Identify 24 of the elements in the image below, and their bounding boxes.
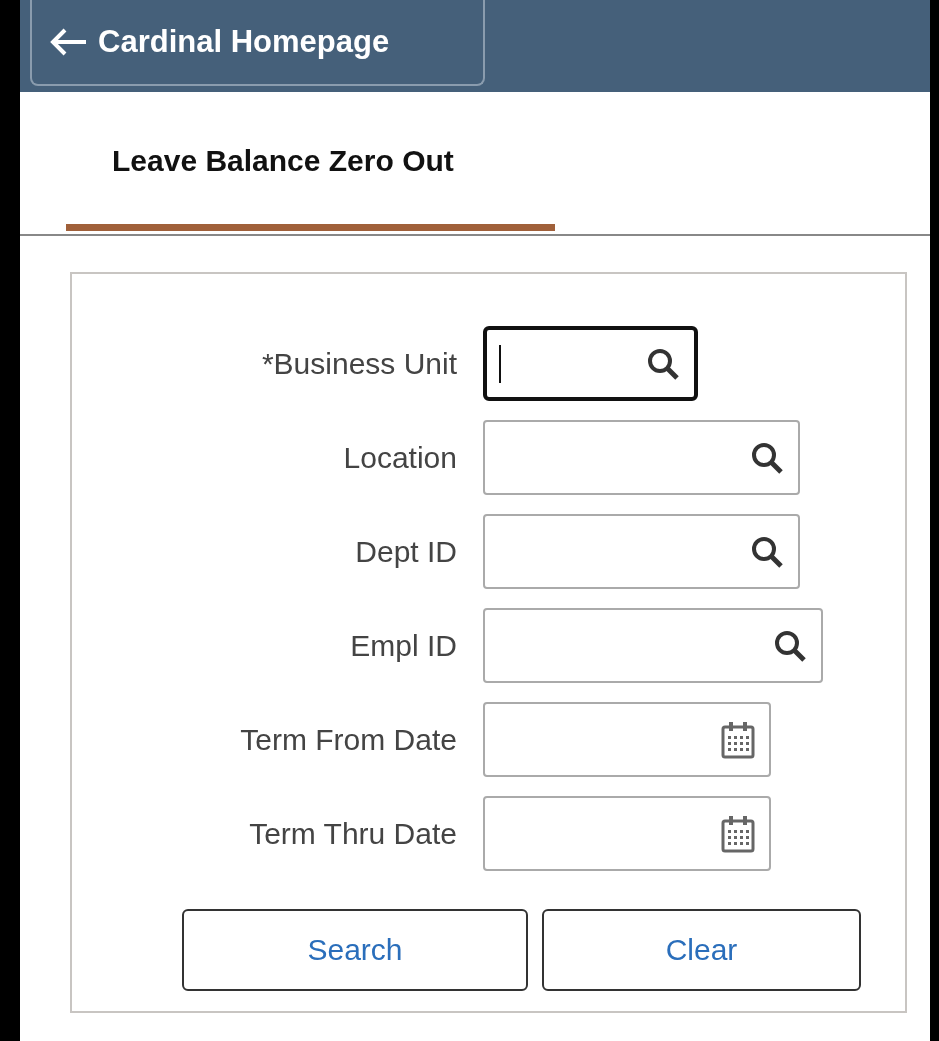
field-label: *Business Unit (260, 346, 457, 381)
field-label: Location (342, 440, 457, 475)
input-field[interactable] (483, 796, 771, 871)
back-arrow-icon (48, 27, 88, 57)
back-button[interactable]: Cardinal Homepage (30, 0, 485, 86)
calendar-icon[interactable] (721, 720, 755, 759)
search-icon[interactable] (750, 534, 784, 569)
calendar-icon[interactable] (721, 814, 755, 853)
input-field[interactable] (483, 608, 823, 683)
tab[interactable]: Leave Balance Zero Out (66, 121, 555, 231)
input-field[interactable] (483, 514, 800, 589)
search-icon[interactable] (773, 628, 807, 663)
input-field[interactable] (483, 420, 800, 495)
search-button[interactable]: Search (182, 909, 528, 991)
field-label: Dept ID (354, 534, 457, 569)
field-label: Term From Date (239, 722, 457, 757)
text-cursor (499, 344, 501, 383)
clear-button[interactable]: Clear (542, 909, 861, 991)
field-label: Term Thru Date (248, 816, 457, 851)
input-field[interactable] (483, 326, 698, 401)
search-icon[interactable] (750, 440, 784, 475)
search-icon[interactable] (646, 346, 680, 381)
field-label: Empl ID (349, 628, 457, 663)
input-field[interactable] (483, 702, 771, 777)
